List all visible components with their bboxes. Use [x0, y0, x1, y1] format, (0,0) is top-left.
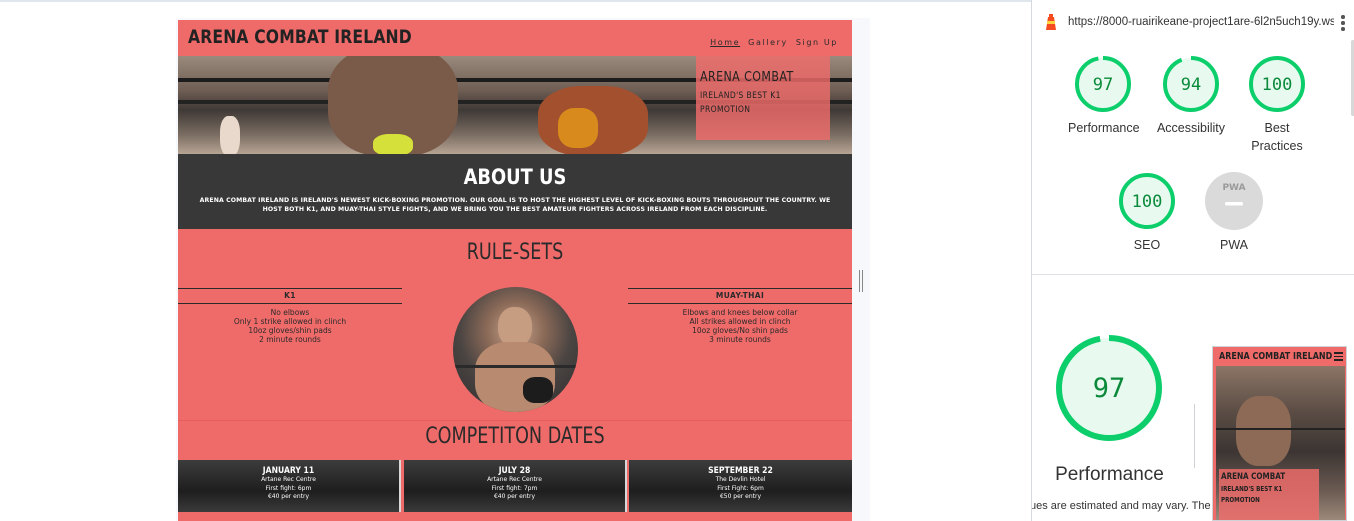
gauge-score-seo: 100: [1132, 192, 1163, 212]
muaythai-rules-list: Elbows and knees below collar All strike…: [628, 308, 852, 344]
about-title: ABOUT US: [463, 165, 567, 189]
section-divider: [178, 420, 852, 421]
estimate-note: ues are estimated and may vary. The: [1031, 500, 1211, 512]
glove-shape: [373, 134, 413, 154]
report-url-bar: https://8000-ruairikeane-project1are-6l2…: [1032, 8, 1354, 36]
event-date: SEPTEMBER 22: [708, 466, 773, 476]
list-item: No elbows: [270, 308, 310, 317]
tattoo-shape: [558, 108, 598, 148]
event-card[interactable]: JANUARY 11 Artane Rec Centre First fight…: [178, 460, 401, 512]
thumbnail-subtitle: IRELAND'S BEST K1 PROMOTION: [1221, 485, 1283, 504]
spectator-shape: [220, 116, 240, 154]
score-ring: 97: [1075, 56, 1131, 112]
ring-rope: [453, 365, 578, 368]
list-item: 3 minute rounds: [709, 335, 771, 344]
gauge-label-accessibility: Accessibility: [1156, 121, 1226, 135]
gauge-best-practices[interactable]: 100 Best Practices: [1246, 54, 1308, 155]
rulesets-title: RULE-SETS: [466, 240, 564, 265]
vertical-divider: [1194, 404, 1195, 468]
lighthouse-panel: https://8000-ruairikeane-project1are-6l2…: [1031, 0, 1354, 521]
event-venue: Artane Rec Centre: [487, 476, 542, 483]
gauge-label-performance: Performance: [1068, 121, 1140, 135]
about-section: ABOUT US ARENA COMBAT IRELAND IS IRELAND…: [178, 154, 852, 229]
nav-gallery-link[interactable]: Gallery: [748, 38, 788, 47]
resize-handle[interactable]: [859, 270, 863, 292]
list-item: Elbows and knees below collar: [682, 308, 798, 317]
k1-heading: K1: [178, 288, 402, 304]
site-header: ARENA COMBAT IRELAND Home Gallery Sign U…: [178, 20, 852, 56]
hero-caption-box: ARENA COMBAT IRELAND'S BEST K1 PROMOTION: [696, 56, 830, 140]
site-nav: Home Gallery Sign Up: [710, 38, 838, 47]
hero-image: ARENA COMBAT IRELAND'S BEST K1 PROMOTION: [178, 56, 852, 154]
gauge-performance[interactable]: 97 Performance: [1068, 54, 1140, 137]
muaythai-rules-column: MUAY-THAI Elbows and knees below collar …: [628, 288, 852, 344]
site-logo[interactable]: ARENA COMBAT IRELAND: [188, 26, 412, 48]
nav-signup-link[interactable]: Sign Up: [796, 38, 838, 47]
muaythai-heading: MUAY-THAI: [628, 288, 852, 304]
fighter-silhouette: [1236, 396, 1291, 466]
hero-subtitle: IRELAND'S BEST K1 PROMOTION: [700, 91, 781, 115]
list-item: 10oz gloves/shin pads: [248, 326, 332, 335]
gauge-score-accessibility: 94: [1181, 75, 1201, 95]
score-ring: 100: [1249, 56, 1305, 112]
section-divider: [1032, 274, 1354, 275]
list-item: Only 1 strike allowed in clinch: [233, 317, 347, 326]
gauge-score-performance: 97: [1093, 75, 1113, 95]
top-divider: [0, 0, 1031, 2]
thumbnail-logo: ARENA COMBAT IRELAND: [1219, 351, 1333, 362]
event-first-fight: First Fight: 6pm: [717, 484, 764, 492]
fighter-head: [498, 307, 532, 347]
event-date: JANUARY 11: [262, 466, 315, 476]
event-venue: Artane Rec Centre: [261, 476, 316, 483]
boxing-glove: [523, 377, 553, 403]
main-performance-gauge: 97: [1054, 333, 1164, 443]
fighter-portrait: [453, 287, 578, 412]
gauge-label-seo: SEO: [1133, 238, 1161, 252]
event-first-fight: First fight: 6pm: [265, 484, 312, 492]
kebab-menu-icon[interactable]: [1341, 15, 1345, 31]
event-first-fight: First fight: 7pm: [491, 484, 538, 492]
gauge-seo[interactable]: 100 SEO: [1117, 171, 1177, 254]
thumbnail-caption-box: ARENA COMBAT IRELAND'S BEST K1 PROMOTION: [1219, 469, 1319, 520]
gauge-score-best-practices: 100: [1262, 75, 1293, 95]
event-price: €40 per entry: [493, 493, 536, 500]
event-price: €50 per entry: [719, 493, 762, 500]
event-card[interactable]: SEPTEMBER 22 The Devlin Hotel First Figh…: [629, 460, 852, 512]
ring-rope: [1216, 428, 1345, 430]
hamburger-menu-icon: [1334, 352, 1343, 363]
gauge-accessibility[interactable]: 94 Accessibility: [1154, 54, 1228, 137]
about-text: ARENA COMBAT IRELAND IS IRELAND'S NEWEST…: [199, 197, 831, 213]
lighthouse-icon: [1046, 14, 1056, 30]
gauge-label-best-practices: Best Practices: [1251, 121, 1303, 153]
pwa-badge-icon: PWA: [1205, 172, 1263, 230]
event-venue: The Devlin Hotel: [715, 476, 766, 483]
score-ring-large: 97: [1056, 335, 1162, 441]
event-date: JULY 28: [498, 466, 531, 476]
list-item: All strikes allowed in clinch: [689, 317, 791, 326]
list-item: 10oz gloves/No shin pads: [692, 326, 788, 335]
dates-title: COMPETITON DATES: [425, 424, 605, 449]
thumbnail-hero-image: ARENA COMBAT IRELAND'S BEST K1 PROMOTION: [1216, 366, 1345, 520]
k1-rules-list: No elbows Only 1 strike allowed in clinc…: [178, 308, 402, 344]
report-url[interactable]: https://8000-ruairikeane-project1are-6l2…: [1068, 16, 1334, 28]
nav-home-link[interactable]: Home: [710, 38, 740, 47]
thumbnail-header: ARENA COMBAT IRELAND: [1213, 347, 1346, 366]
score-ring: 100: [1119, 173, 1175, 229]
thumbnail-title: ARENA COMBAT: [1221, 472, 1286, 482]
gauge-label-pwa: PWA: [1219, 238, 1248, 252]
event-price: €40 per entry: [267, 493, 310, 500]
score-ring: 94: [1163, 56, 1219, 112]
main-gauge-label: Performance: [1055, 464, 1164, 485]
k1-rules-column: K1 No elbows Only 1 strike allowed in cl…: [178, 288, 402, 344]
event-card[interactable]: JULY 28 Artane Rec Centre First fight: 7…: [404, 460, 627, 512]
gauge-pwa[interactable]: PWA PWA: [1204, 171, 1264, 254]
list-item: 2 minute rounds: [259, 335, 321, 344]
pwa-badge-text: PWA: [1222, 183, 1245, 193]
main-score: 97: [1093, 373, 1126, 404]
site-preview-area: ARENA COMBAT IRELAND Home Gallery Sign U…: [0, 0, 1031, 521]
final-screenshot-thumbnail[interactable]: ARENA COMBAT IRELAND ARENA COMBAT IRELAN…: [1212, 346, 1347, 521]
website-preview: ARENA COMBAT IRELAND Home Gallery Sign U…: [178, 20, 852, 521]
hero-title: ARENA COMBAT: [700, 70, 794, 85]
